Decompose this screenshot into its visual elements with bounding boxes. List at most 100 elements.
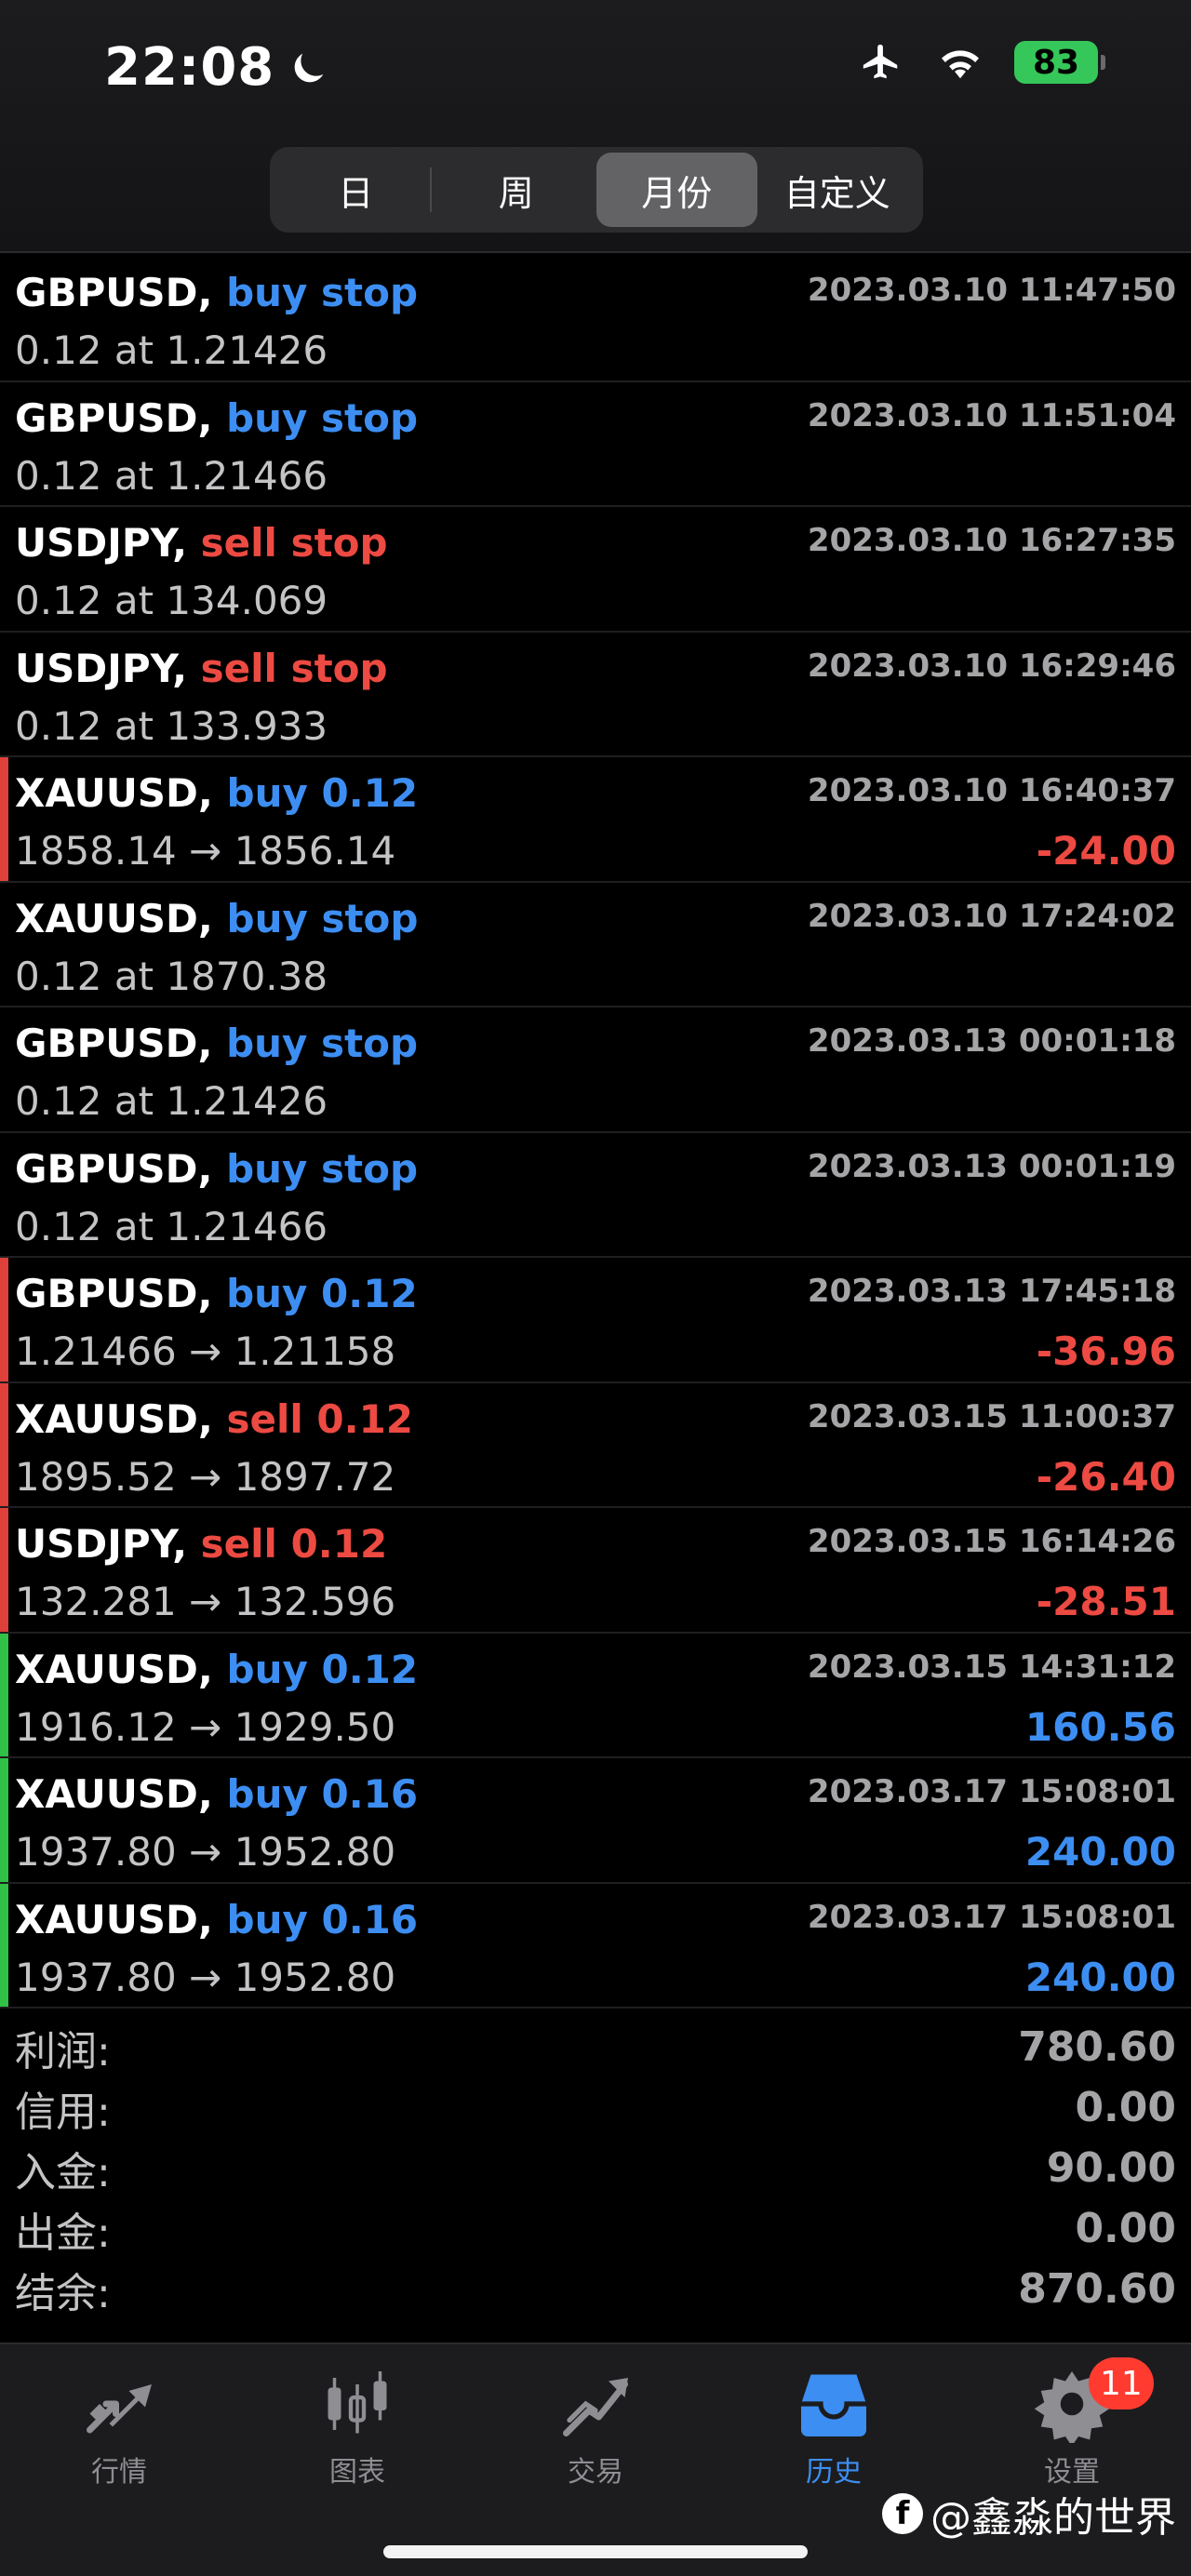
summary-row: 入金: 90.00 bbox=[0, 2138, 1191, 2198]
summary-value: 0.00 bbox=[1075, 2084, 1176, 2131]
segment-month[interactable]: 月份 bbox=[596, 153, 757, 227]
trade-operation: buy stop bbox=[226, 1145, 419, 1192]
trade-symbol: GBPUSD, bbox=[15, 394, 213, 441]
notification-badge: 11 bbox=[1089, 2357, 1154, 2409]
trade-row[interactable]: GBPUSD, buy stop 0.12 at 1.21466 2023.03.1… bbox=[0, 381, 1191, 507]
trade-operation: buy stop bbox=[226, 394, 419, 441]
trade-title: XAUUSD, sell 0.12 bbox=[15, 1396, 413, 1442]
trade-operation: buy 0.16 bbox=[226, 1896, 419, 1942]
tab-charts[interactable]: 图表 bbox=[238, 2344, 476, 2503]
tab-label: 行情 bbox=[91, 2456, 147, 2489]
home-indicator[interactable] bbox=[383, 2545, 808, 2558]
trade-trend-icon bbox=[563, 2378, 628, 2436]
battery-level: 83 bbox=[1032, 43, 1080, 82]
tab-label: 历史 bbox=[806, 2456, 862, 2489]
trade-detail: 1937.80 → 1952.80 bbox=[15, 1829, 396, 1875]
trade-operation: buy stop bbox=[226, 895, 419, 941]
trade-title: GBPUSD, buy stop bbox=[15, 270, 418, 315]
trade-row[interactable]: GBPUSD, buy stop 0.12 at 1.21426 2023.03.1… bbox=[0, 257, 1191, 382]
trade-row[interactable]: XAUUSD, buy stop 0.12 at 1870.38 2023.03.1… bbox=[0, 882, 1191, 1008]
trade-row[interactable]: XAUUSD, buy 0.16 1937.80 → 1952.80 2023.03… bbox=[0, 1758, 1191, 1884]
trade-detail: 1895.52 → 1897.72 bbox=[15, 1453, 396, 1500]
trade-profit: 240.00 bbox=[1024, 1954, 1176, 2000]
trade-detail: 0.12 at 1.21426 bbox=[15, 327, 328, 373]
trade-row[interactable]: USDJPY, sell 0.12 132.281 → 132.596 2023.0… bbox=[0, 1508, 1191, 1634]
trade-operation: buy stop bbox=[226, 1021, 419, 1066]
trade-title: USDJPY, sell 0.12 bbox=[15, 1521, 387, 1567]
trade-detail: 1937.80 → 1952.80 bbox=[15, 1954, 396, 2000]
trade-title: GBPUSD, buy stop bbox=[15, 1021, 418, 1066]
watermark-text: @鑫淼的世界 bbox=[930, 2494, 1176, 2542]
trade-title: XAUUSD, buy 0.16 bbox=[15, 1771, 418, 1817]
trade-row[interactable]: XAUUSD, sell 0.12 1895.52 → 1897.72 2023.0… bbox=[0, 1382, 1191, 1508]
segment-custom[interactable]: 自定义 bbox=[757, 153, 918, 227]
trade-title: GBPUSD, buy stop bbox=[15, 395, 418, 441]
trade-time: 2023.03.10 11:47:50 bbox=[807, 272, 1176, 309]
trade-time: 2023.03.13 00:01:18 bbox=[807, 1022, 1176, 1060]
trade-title: USDJPY, sell stop bbox=[15, 520, 388, 566]
trade-row[interactable]: GBPUSD, buy stop 0.12 at 1.21466 2023.03.1… bbox=[0, 1132, 1191, 1258]
summary-row: 出金: 0.00 bbox=[0, 2198, 1191, 2259]
watermark: f @鑫淼的世界 bbox=[882, 2484, 1176, 2543]
trade-row[interactable]: GBPUSD, buy stop 0.12 at 1.21426 2023.03.1… bbox=[0, 1008, 1191, 1133]
trade-operation: buy stop bbox=[226, 270, 419, 315]
trade-symbol: XAUUSD, bbox=[15, 1771, 213, 1817]
status-time: 22:08 bbox=[104, 37, 330, 98]
trade-symbol: USDJPY, bbox=[15, 1521, 188, 1567]
trade-detail: 0.12 at 1.21466 bbox=[15, 452, 328, 499]
segment-week[interactable]: 周 bbox=[436, 153, 597, 227]
trade-row[interactable]: GBPUSD, buy 0.12 1.21466 → 1.21158 2023.03… bbox=[0, 1258, 1191, 1383]
trade-symbol: XAUUSD, bbox=[15, 1896, 213, 1942]
wifi-icon bbox=[941, 50, 980, 79]
status-indicators: 83 bbox=[856, 41, 1105, 84]
trade-detail: 0.12 at 1.21426 bbox=[15, 1078, 328, 1124]
trade-operation: sell stop bbox=[200, 645, 388, 691]
trade-profit: -36.96 bbox=[1036, 1328, 1176, 1374]
tab-label: 交易 bbox=[568, 2456, 623, 2489]
trade-row[interactable]: XAUUSD, buy 0.12 1916.12 → 1929.50 2023.03… bbox=[0, 1633, 1191, 1758]
trade-detail: 0.12 at 134.069 bbox=[15, 578, 328, 623]
trade-symbol: XAUUSD, bbox=[15, 1646, 213, 1692]
trade-symbol: USDJPY, bbox=[15, 645, 188, 691]
battery-indicator: 83 bbox=[1014, 41, 1105, 84]
trade-row[interactable]: USDJPY, sell stop 0.12 at 133.933 2023.03.… bbox=[0, 632, 1191, 757]
summary-label: 出金: bbox=[15, 2209, 111, 2257]
trade-history-list: GBPUSD, buy stop 0.12 at 1.21426 2023.03.1… bbox=[0, 257, 1191, 2009]
trade-row[interactable]: XAUUSD, buy 0.16 1937.80 → 1952.80 2023.03… bbox=[0, 1883, 1191, 2009]
tab-settings[interactable]: 设置 11 bbox=[953, 2344, 1191, 2503]
trade-time: 2023.03.10 16:40:37 bbox=[807, 772, 1176, 809]
airplane-icon bbox=[863, 44, 898, 79]
tab-quotes[interactable]: 行情 bbox=[0, 2344, 238, 2503]
header: 22:08 83 日 周 月份 自定义 bbox=[0, 0, 1191, 253]
trade-row[interactable]: USDJPY, sell stop 0.12 at 134.069 2023.03.… bbox=[0, 507, 1191, 633]
trade-title: USDJPY, sell stop bbox=[15, 646, 388, 691]
tab-bar: 行情 图表 交易 历史 设置 11 f @鑫淼的世界 bbox=[0, 2342, 1191, 2576]
trade-time: 2023.03.10 11:51:04 bbox=[807, 396, 1176, 434]
summary-value: 90.00 bbox=[1046, 2144, 1176, 2192]
trade-time: 2023.03.13 00:01:19 bbox=[807, 1147, 1176, 1185]
trade-profit: -28.51 bbox=[1036, 1579, 1176, 1624]
period-segmented-control: 日 周 月份 自定义 bbox=[270, 147, 923, 233]
summary-value: 870.60 bbox=[1018, 2265, 1176, 2313]
account-summary: 利润: 780.60 信用: 0.00 入金: 90.00 出金: 0.00 结余: 870.60 bbox=[0, 2017, 1191, 2319]
trade-symbol: GBPUSD, bbox=[15, 1021, 213, 1066]
trade-row[interactable]: XAUUSD, buy 0.12 1858.14 → 1856.14 2023.03… bbox=[0, 757, 1191, 883]
trade-profit: 160.56 bbox=[1024, 1703, 1176, 1750]
tab-history[interactable]: 历史 bbox=[715, 2344, 953, 2503]
trade-time: 2023.03.15 11:00:37 bbox=[807, 1397, 1176, 1435]
trade-time: 2023.03.17 15:08:01 bbox=[807, 1898, 1176, 1936]
tab-trade[interactable]: 交易 bbox=[476, 2344, 715, 2503]
trade-symbol: XAUUSD, bbox=[15, 1395, 213, 1442]
trade-operation: buy 0.12 bbox=[226, 770, 419, 816]
trade-operation: buy 0.12 bbox=[226, 1646, 419, 1692]
trade-time: 2023.03.10 16:29:46 bbox=[807, 647, 1176, 685]
trade-detail: 0.12 at 1.21466 bbox=[15, 1203, 328, 1249]
trade-time: 2023.03.10 16:27:35 bbox=[807, 522, 1176, 559]
trade-time: 2023.03.17 15:08:01 bbox=[807, 1773, 1176, 1810]
candlestick-chart-icon bbox=[328, 2371, 387, 2434]
trade-detail: 1858.14 → 1856.14 bbox=[15, 828, 396, 874]
history-screen: 22:08 83 日 周 月份 自定义 GBPUSD, buy stop 0.1… bbox=[0, 0, 1191, 2576]
moon-icon bbox=[294, 53, 324, 82]
trade-title: XAUUSD, buy 0.12 bbox=[15, 770, 418, 816]
segment-day[interactable]: 日 bbox=[275, 153, 436, 227]
